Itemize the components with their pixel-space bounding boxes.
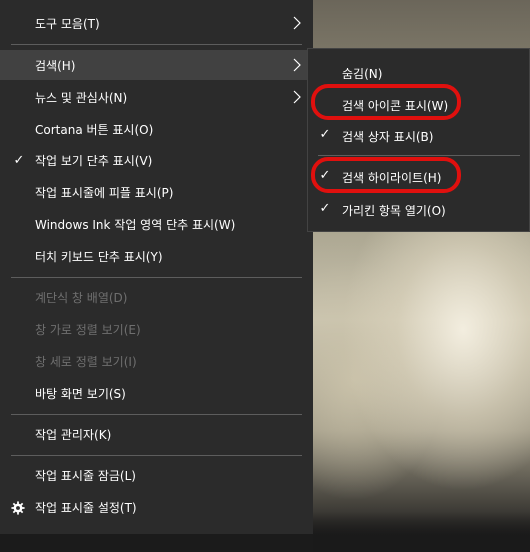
submenu-item-show-search-box[interactable]: ✓ 검색 상자 표시(B) [308, 120, 529, 151]
submenu-item-open-on-hover[interactable]: ✓ 가리킨 항목 열기(O) [308, 194, 529, 225]
menu-item-label: 작업 표시줄 잠금(L) [35, 468, 136, 483]
menu-separator [11, 44, 302, 45]
menu-item-search[interactable]: 검색(H) [0, 50, 313, 80]
menu-item-label: Cortana 버튼 표시(O) [35, 122, 154, 137]
menu-item-taskbar-settings[interactable]: 작업 표시줄 설정(T) [0, 492, 313, 522]
menu-item-label: 터치 키보드 단추 표시(Y) [35, 249, 163, 264]
menu-item-windows-ink[interactable]: Windows Ink 작업 영역 단추 표시(W) [0, 209, 313, 239]
menu-separator [11, 455, 302, 456]
menu-item-touch-keyboard[interactable]: 터치 키보드 단추 표시(Y) [0, 241, 313, 271]
menu-item-cortana-button[interactable]: Cortana 버튼 표시(O) [0, 114, 313, 144]
menu-item-label: 도구 모음(T) [35, 16, 100, 31]
menu-item-label: 뉴스 및 관심사(N) [35, 90, 128, 105]
menu-item-label: 창 가로 정렬 보기(E) [35, 322, 141, 337]
submenu-item-label: 가리킨 항목 열기(O) [342, 204, 446, 218]
gear-icon [11, 501, 25, 515]
menu-item-task-manager[interactable]: 작업 관리자(K) [0, 419, 313, 449]
menu-item-task-view-button[interactable]: ✓ 작업 보기 단추 표시(V) [0, 145, 313, 175]
checkmark-icon: ✓ [319, 201, 331, 216]
annotation-highlight-circle [311, 84, 461, 120]
menu-separator [11, 277, 302, 278]
chevron-right-icon [293, 90, 301, 104]
menu-item-toolbars[interactable]: 도구 모음(T) [0, 8, 313, 38]
menu-item-stack-windows: 창 가로 정렬 보기(E) [0, 314, 313, 344]
submenu-separator [318, 155, 520, 156]
menu-item-cascade-windows: 계단식 창 배열(D) [0, 282, 313, 312]
menu-item-label: 검색(H) [35, 58, 76, 73]
menu-item-side-by-side: 창 세로 정렬 보기(I) [0, 346, 313, 376]
taskbar-context-menu: 도구 모음(T) 검색(H) 뉴스 및 관심사(N) Cortana 버튼 표시… [0, 0, 313, 534]
checkmark-icon: ✓ [319, 127, 331, 142]
menu-item-label: 계단식 창 배열(D) [35, 290, 128, 305]
menu-item-label: 작업 표시줄에 피플 표시(P) [35, 185, 174, 200]
submenu-item-label: 검색 상자 표시(B) [342, 130, 434, 144]
menu-item-news-interests[interactable]: 뉴스 및 관심사(N) [0, 82, 313, 112]
menu-separator [11, 414, 302, 415]
menu-item-label: Windows Ink 작업 영역 단추 표시(W) [35, 217, 236, 232]
submenu-item-label: 숨김(N) [342, 67, 383, 81]
chevron-right-icon [293, 58, 301, 72]
wallpaper-shadow [313, 512, 530, 552]
chevron-right-icon [293, 16, 301, 30]
menu-item-people[interactable]: 작업 표시줄에 피플 표시(P) [0, 177, 313, 207]
menu-item-show-desktop[interactable]: 바탕 화면 보기(S) [0, 378, 313, 408]
menu-item-label: 작업 관리자(K) [35, 427, 112, 442]
menu-item-label: 작업 보기 단추 표시(V) [35, 153, 153, 168]
menu-item-label: 창 세로 정렬 보기(I) [35, 354, 137, 369]
menu-item-label: 작업 표시줄 설정(T) [35, 500, 137, 515]
checkmark-icon: ✓ [13, 152, 25, 168]
annotation-highlight-circle [311, 157, 461, 193]
menu-item-label: 바탕 화면 보기(S) [35, 386, 126, 401]
menu-item-lock-taskbar[interactable]: 작업 표시줄 잠금(L) [0, 460, 313, 490]
search-submenu: 숨김(N) 검색 아이콘 표시(W) ✓ 검색 상자 표시(B) ✓ 검색 하이… [307, 48, 530, 232]
